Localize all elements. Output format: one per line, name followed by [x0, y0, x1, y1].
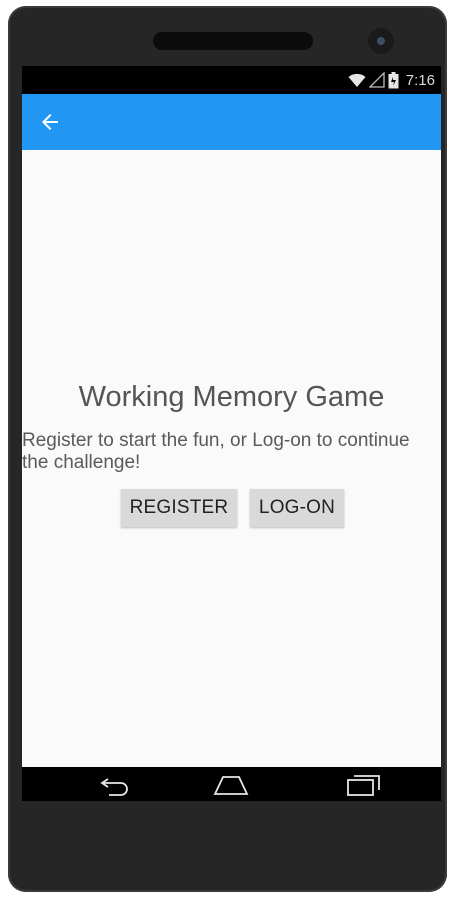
device-screen: 7:16 Working Memory Game Register to sta… — [22, 66, 441, 801]
status-time: 7:16 — [405, 71, 435, 89]
register-button[interactable]: REGISTER — [121, 489, 237, 527]
signal-icon — [368, 72, 385, 88]
wifi-icon — [348, 73, 366, 87]
app-bar — [22, 94, 441, 150]
nav-recent-apps-icon[interactable] — [344, 773, 384, 797]
camera-lens — [377, 37, 385, 45]
nav-back-icon[interactable] — [96, 773, 136, 797]
navigation-bar — [22, 767, 441, 801]
phone-frame: 7:16 Working Memory Game Register to sta… — [8, 6, 447, 892]
nav-home-icon[interactable] — [211, 773, 251, 797]
status-bar: 7:16 — [22, 66, 441, 94]
arrow-back-icon[interactable] — [38, 110, 62, 134]
earpiece-speaker — [153, 32, 313, 50]
front-camera — [368, 28, 394, 54]
main-content: Working Memory Game Register to start th… — [22, 150, 441, 767]
logon-button[interactable]: LOG-ON — [250, 489, 344, 527]
subtitle-text: Register to start the fun, or Log-on to … — [22, 430, 410, 473]
battery-icon — [388, 71, 399, 88]
status-icons: 7:16 — [348, 71, 435, 89]
page-title: Working Memory Game — [78, 381, 385, 413]
